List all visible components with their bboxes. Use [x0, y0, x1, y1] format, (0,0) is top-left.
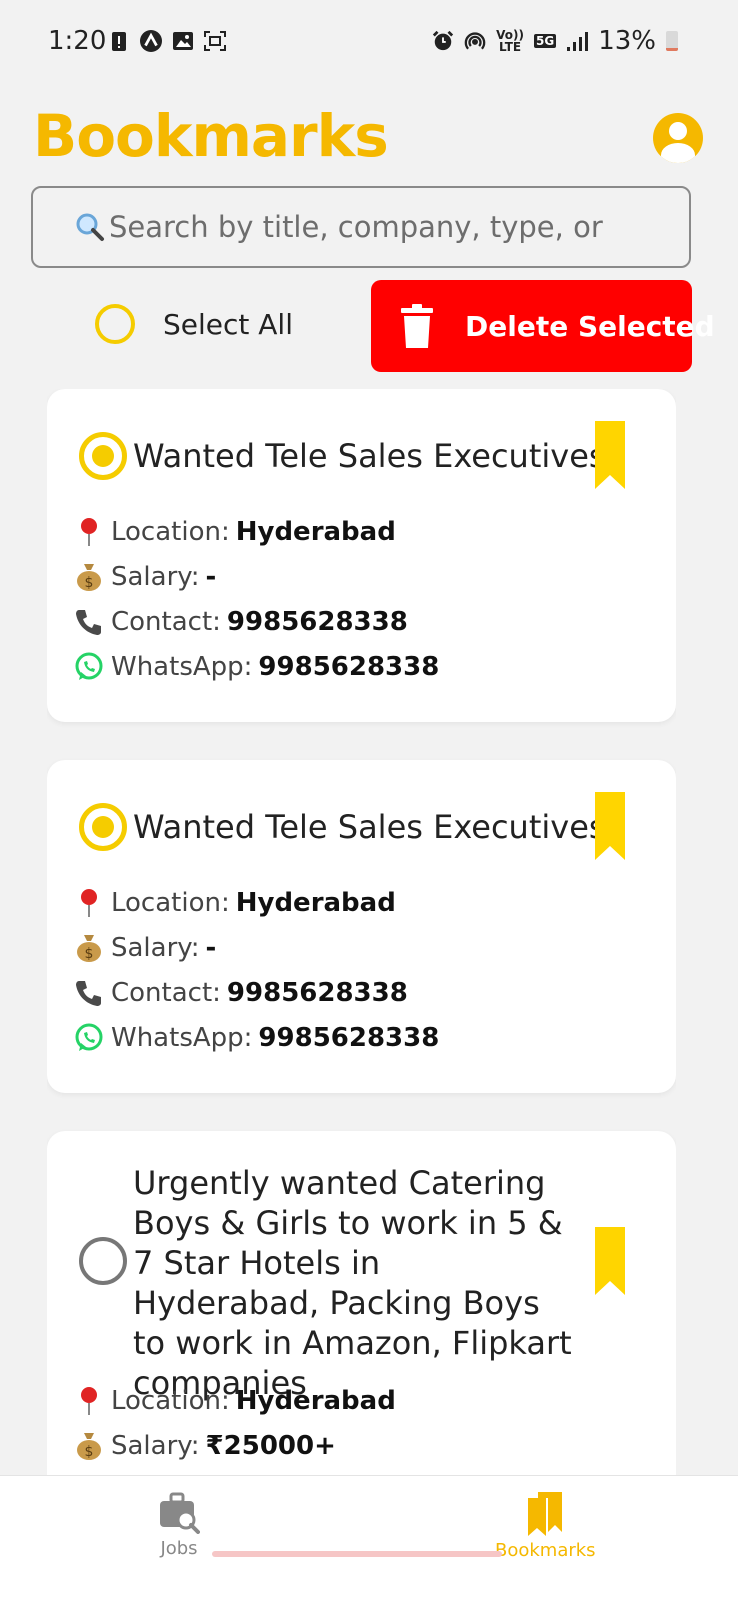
location-row: Location: Hyderabad — [73, 1378, 396, 1423]
nav-jobs[interactable]: Jobs — [158, 1492, 200, 1559]
whatsapp-row[interactable]: WhatsApp: 9985628338 — [73, 644, 439, 689]
signal-icon — [566, 30, 589, 52]
card-select-radio[interactable] — [79, 432, 127, 480]
svg-text:$: $ — [85, 575, 94, 591]
volte-indicator: Vo)) LTE — [496, 28, 524, 54]
job-title: Wanted Tele Sales Executives — [133, 808, 606, 846]
hotspot-icon — [464, 30, 486, 52]
card-select-radio[interactable] — [79, 803, 127, 851]
bookmark-icon[interactable] — [595, 1227, 625, 1295]
svg-text:$: $ — [85, 1444, 94, 1460]
nav-bookmarks[interactable]: Bookmarks — [495, 1492, 596, 1561]
location-row: Location: Hyderabad — [73, 880, 439, 925]
alarm-icon — [432, 30, 454, 52]
location-pin-icon — [73, 1385, 105, 1417]
bookmark-icon[interactable] — [595, 421, 625, 489]
phone-icon — [73, 977, 105, 1009]
bottom-navigation: Jobs Bookmarks — [0, 1475, 738, 1601]
home-indicator[interactable] — [212, 1551, 502, 1557]
profile-icon[interactable] — [653, 113, 703, 163]
nav-bookmarks-label: Bookmarks — [495, 1540, 596, 1561]
location-row: Location: Hyderabad — [73, 509, 439, 554]
location-value: Hyderabad — [235, 887, 396, 918]
battery-icon — [666, 31, 678, 51]
whatsapp-value[interactable]: 9985628338 — [258, 1023, 439, 1053]
whatsapp-row[interactable]: WhatsApp: 9985628338 — [73, 1015, 439, 1060]
battery-percent: 13% — [598, 26, 656, 56]
money-bag-icon: $ — [73, 932, 105, 964]
alert-notification-icon — [108, 30, 130, 52]
svg-text:$: $ — [85, 946, 94, 962]
phone-icon — [73, 606, 105, 638]
money-bag-icon: $ — [73, 561, 105, 593]
delete-selected-label: Delete Selected — [465, 309, 715, 343]
salary-row: $ Salary: - — [73, 554, 439, 599]
select-all-toggle[interactable]: Select All — [95, 304, 293, 344]
money-bag-icon: $ — [73, 1430, 105, 1462]
status-bar: 1:20 Vo)) LTE 5G 13% — [0, 0, 738, 86]
search-bar[interactable] — [31, 186, 691, 268]
page-title: Bookmarks — [33, 102, 389, 170]
card-select-radio[interactable] — [79, 1237, 127, 1285]
salary-value: - — [205, 932, 217, 963]
gallery-notification-icon — [172, 30, 194, 52]
job-card[interactable]: Wanted Tele Sales Executives Location: Hy… — [47, 760, 676, 1093]
contact-value[interactable]: 9985628338 — [227, 607, 408, 637]
salary-value: ₹25000+ — [205, 1430, 336, 1461]
location-value: Hyderabad — [235, 516, 396, 547]
job-card[interactable]: Wanted Tele Sales Executives Location: Hy… — [47, 389, 676, 722]
bookmark-list[interactable]: Wanted Tele Sales Executives Location: Hy… — [47, 389, 676, 1475]
contact-row[interactable]: Contact: 9985628338 — [73, 970, 439, 1015]
search-input[interactable] — [107, 209, 671, 245]
contact-row[interactable]: Contact: 9985628338 — [73, 599, 439, 644]
select-all-radio[interactable] — [95, 304, 135, 344]
network-type: 5G — [534, 34, 557, 48]
screenshot-icon — [204, 30, 226, 52]
whatsapp-value[interactable]: 9985628338 — [258, 652, 439, 682]
location-pin-icon — [73, 516, 105, 548]
salary-row: $ Salary: - — [73, 925, 439, 970]
job-title: Urgently wanted Catering Boys & Girls to… — [133, 1164, 572, 1402]
job-card[interactable]: Urgently wanted Catering Boys & Girls to… — [47, 1131, 676, 1475]
location-value: Hyderabad — [235, 1385, 396, 1416]
salary-value: - — [205, 561, 217, 592]
bookmark-icon[interactable] — [595, 792, 625, 860]
bookmarks-icon — [528, 1492, 563, 1536]
location-pin-icon — [73, 887, 105, 919]
status-time: 1:20 — [48, 26, 107, 56]
salary-row: $ Salary: ₹25000+ — [73, 1423, 396, 1468]
app-notification-icon — [140, 30, 162, 52]
briefcase-search-icon — [160, 1492, 200, 1534]
job-title: Wanted Tele Sales Executives — [133, 437, 606, 475]
search-icon — [75, 212, 105, 242]
trash-icon — [401, 304, 433, 348]
delete-selected-button[interactable]: Delete Selected — [371, 280, 715, 372]
contact-value[interactable]: 9985628338 — [227, 978, 408, 1008]
select-all-label: Select All — [163, 307, 293, 341]
whatsapp-icon — [73, 651, 105, 683]
whatsapp-icon — [73, 1022, 105, 1054]
nav-jobs-label: Jobs — [160, 1538, 198, 1559]
